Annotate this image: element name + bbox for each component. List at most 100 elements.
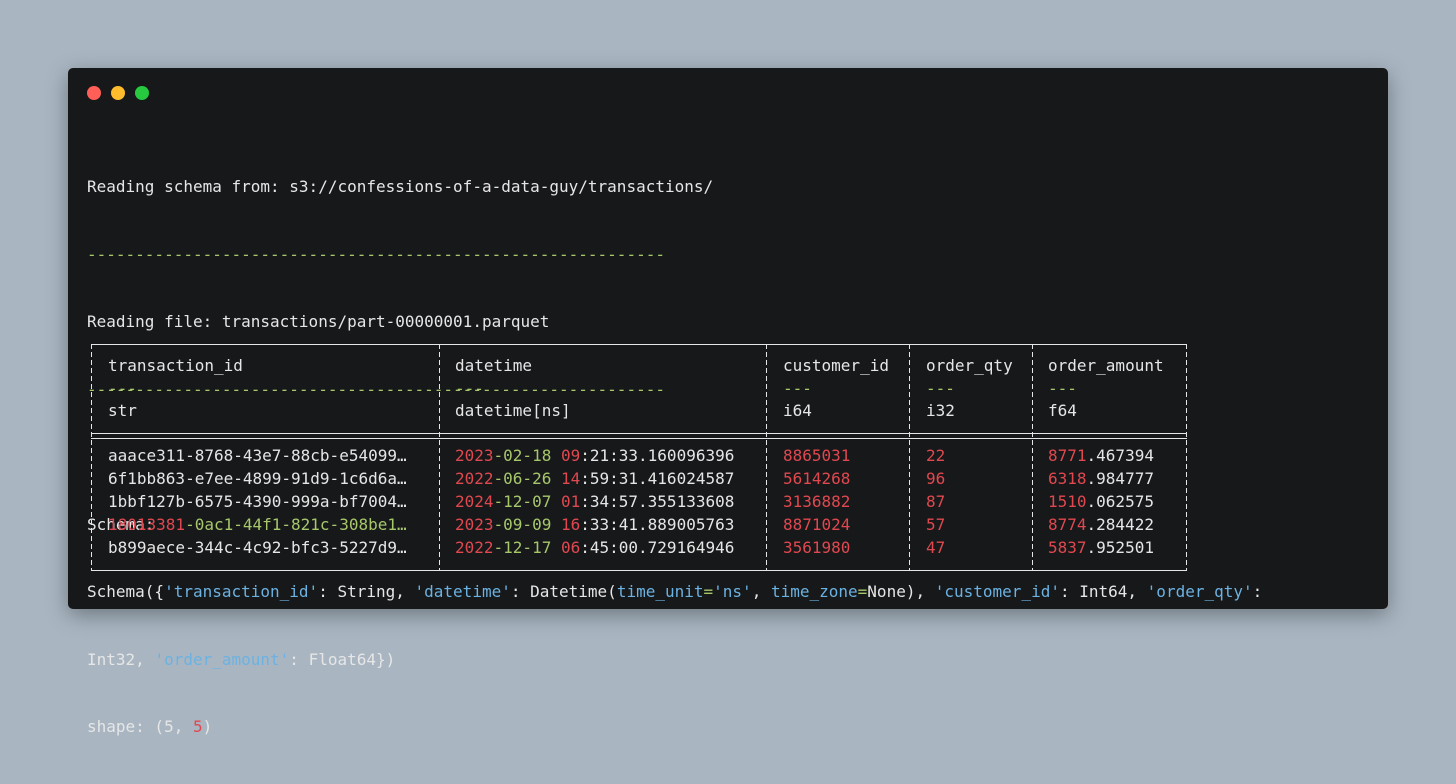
schema-line-1: Schema({'transaction_id': String, 'datet…	[87, 581, 1262, 604]
amt-dec: .952501	[1086, 538, 1154, 557]
cell-datetime: 2022-12-17 06:45:00.729164946	[455, 537, 734, 560]
column-header[interactable]: customer_id	[783, 355, 889, 378]
dt-hour: 06	[560, 538, 581, 557]
cell-transaction-id: b899aece-344c-4c92-bfc3-5227d9…	[108, 538, 407, 557]
schema-text: :	[1252, 582, 1263, 601]
dt-time: :45:00.729164946	[580, 538, 735, 557]
cell-order-amount: 1510.062575	[1048, 491, 1154, 514]
schema-value: 'ns'	[713, 582, 752, 601]
amt-int: 1510	[1048, 492, 1087, 511]
schema-param: time_unit	[616, 582, 704, 601]
dt-year: 2022	[455, 469, 494, 488]
column-header-dashes: ---	[455, 379, 484, 398]
shape-text: shape: (	[87, 717, 165, 736]
dt-time: :33:41.889005763	[580, 515, 735, 534]
shape-rows: 5	[164, 717, 174, 736]
cell-transaction-id: 1bbf127b-6575-4390-999a-bf7004…	[108, 492, 407, 511]
amt-int: 5837	[1048, 538, 1087, 557]
cell-order-qty: 57	[926, 515, 946, 534]
column-divider	[909, 344, 910, 571]
table-border	[91, 344, 1187, 345]
reading-schema-line: Reading schema from: s3://confessions-of…	[87, 177, 714, 196]
schema-key: 'order_amount'	[154, 649, 290, 669]
schema-text: None),	[867, 582, 935, 601]
dt-time: :59:31.416024587	[580, 469, 735, 488]
schema-op: =	[857, 582, 868, 601]
shape-text: )	[202, 717, 213, 736]
amt-int: 6318	[1048, 469, 1087, 488]
cell-order-qty: 22	[926, 446, 946, 465]
cell-order-amount: 5837.952501	[1048, 537, 1154, 560]
cell-customer-id: 8871024	[783, 515, 851, 534]
schema-key: 'datetime'	[414, 582, 511, 601]
cell-transaction-id: 18013381-0ac1-44f1-821c-308be1…	[108, 514, 407, 537]
separator-line: ----------------------------------------…	[87, 244, 665, 264]
dt-hour: 14	[560, 469, 581, 488]
column-divider	[766, 344, 767, 571]
dataframe-table: transaction_id --- str datetime --- date…	[91, 344, 1187, 571]
column-dtype: i64	[783, 401, 812, 420]
id-rest: -0ac1-44f1-821c-308be1…	[185, 515, 407, 534]
schema-line-2: Int32, 'order_amount': Float64})	[87, 649, 1262, 672]
cell-customer-id: 5614268	[783, 469, 851, 488]
header-divider	[91, 433, 1187, 434]
schema-text: : Datetime(	[510, 582, 617, 601]
amt-int: 8774	[1048, 515, 1087, 534]
dt-date: -09-09	[493, 515, 552, 534]
column-header[interactable]: order_qty	[926, 355, 1013, 378]
amt-int: 8771	[1048, 446, 1087, 465]
column-divider	[439, 344, 440, 571]
schema-op: =	[703, 582, 714, 601]
cell-datetime: 2023-09-09 16:33:41.889005763	[455, 514, 734, 537]
column-header[interactable]: order_amount	[1048, 355, 1164, 378]
column-divider	[91, 344, 92, 571]
schema-text: : String,	[318, 582, 415, 601]
maximize-window-button[interactable]	[135, 86, 149, 100]
column-dtype: i32	[926, 401, 955, 420]
cell-order-amount: 8774.284422	[1048, 514, 1154, 537]
schema-key: 'transaction_id'	[164, 582, 319, 601]
cell-datetime: 2023-02-18 09:21:33.160096396	[455, 445, 734, 468]
cell-datetime: 2022-06-26 14:59:31.416024587	[455, 468, 734, 491]
dt-hour: 01	[560, 492, 581, 511]
cell-customer-id: 8865031	[783, 446, 851, 465]
schema-key: 'order_qty'	[1146, 582, 1253, 601]
dt-year: 2022	[455, 538, 494, 557]
shape-cols: 5	[192, 717, 203, 736]
dt-date: -12-17	[493, 538, 552, 557]
cell-customer-id: 3561980	[783, 538, 851, 557]
column-header-dashes: ---	[1048, 379, 1077, 398]
column-header-dashes: ---	[926, 379, 955, 398]
column-dtype: str	[108, 401, 137, 420]
amt-dec: .984777	[1086, 469, 1154, 488]
id-numeric-part: 18013381	[108, 515, 186, 534]
header-divider	[91, 438, 1187, 439]
column-dtype: f64	[1048, 401, 1077, 420]
shape-line: shape: (5, 5)	[87, 716, 1262, 739]
cell-order-qty: 87	[926, 492, 946, 511]
cell-transaction-id: 6f1bb863-e7ee-4899-91d9-1c6d6a…	[108, 469, 407, 488]
close-window-button[interactable]	[87, 86, 101, 100]
dt-hour: 09	[560, 446, 581, 465]
dt-date: -12-07	[493, 492, 552, 511]
cell-datetime: 2024-12-07 01:34:57.355133608	[455, 491, 734, 514]
schema-text: Int32,	[87, 649, 155, 669]
terminal-window: Reading schema from: s3://confessions-of…	[68, 68, 1388, 736]
minimize-window-button[interactable]	[111, 86, 125, 100]
cell-order-qty: 47	[926, 538, 946, 557]
cell-transaction-id: aaace311-8768-43e7-88cb-e54099…	[108, 446, 407, 465]
amt-dec: .284422	[1086, 515, 1154, 534]
dt-date: -06-26	[493, 469, 552, 488]
cell-order-amount: 8771.467394	[1048, 445, 1154, 468]
reading-file-line: Reading file: transactions/part-00000001…	[87, 312, 550, 331]
amt-dec: .062575	[1086, 492, 1154, 511]
schema-text: : Float64})	[289, 649, 396, 669]
column-header[interactable]: datetime	[455, 355, 532, 378]
amt-dec: .467394	[1086, 446, 1154, 465]
cell-order-amount: 6318.984777	[1048, 468, 1154, 491]
schema-param: time_zone	[770, 582, 858, 601]
schema-text: Schema({	[87, 582, 165, 601]
dt-time: :21:33.160096396	[580, 446, 735, 465]
column-header-dashes: ---	[108, 379, 137, 398]
column-header[interactable]: transaction_id	[108, 355, 243, 378]
